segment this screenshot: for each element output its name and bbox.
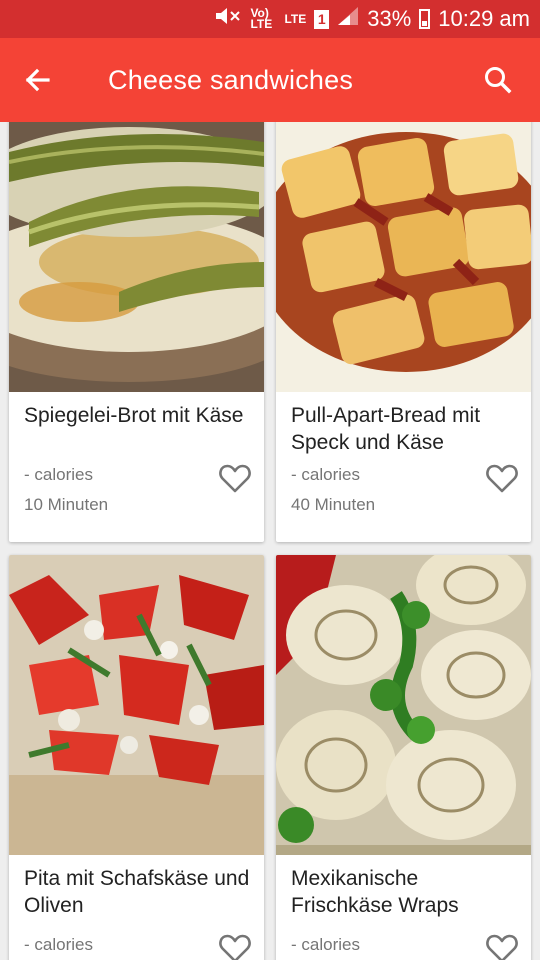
search-button[interactable] (478, 60, 518, 100)
heart-outline-icon (219, 464, 251, 493)
clock: 10:29 am (438, 6, 530, 31)
recipe-card[interactable]: Pull-Apart-Bread mit Speck und Käse - ca… (276, 122, 531, 542)
recipe-image (276, 122, 531, 392)
recipe-card[interactable]: Pita mit Schafskäse und Oliven - calorie… (9, 555, 264, 960)
recipe-calories: - calories (24, 465, 93, 484)
recipe-calories: - calories (291, 465, 360, 484)
heart-outline-icon (219, 934, 251, 960)
recipe-calories: - calories (291, 935, 360, 954)
recipe-image (9, 122, 264, 392)
recipe-title: Mexikanische Frischkäse Wraps (291, 867, 459, 917)
recipe-card[interactable]: Spiegelei-Brot mit Käse - calories 10 Mi… (9, 122, 264, 542)
heart-outline-icon (486, 464, 518, 493)
favorite-button[interactable] (485, 462, 519, 494)
favorite-button[interactable] (218, 932, 252, 960)
recipe-title: Pull-Apart-Bread mit Speck und Käse (291, 404, 481, 454)
recipe-time: 10 Minuten (24, 495, 109, 514)
recipe-calories: - calories (24, 935, 93, 954)
search-icon (485, 67, 512, 94)
recipe-title: Spiegelei-Brot mit Käse (24, 404, 244, 427)
back-button[interactable] (18, 60, 58, 100)
battery-percent: 33% (367, 6, 412, 31)
favorite-button[interactable] (218, 462, 252, 494)
recipe-title: Pita mit Schafskäse und Oliven (24, 867, 250, 917)
battery-icon (419, 9, 431, 29)
volte-icon: Vo) LTE (250, 6, 273, 31)
recipe-image (9, 555, 264, 855)
page-title: Cheese sandwiches (108, 65, 354, 95)
favorite-button[interactable] (485, 932, 519, 960)
heart-outline-icon (486, 934, 518, 960)
signal-icon (337, 6, 359, 32)
recipe-image (276, 555, 531, 855)
recipe-grid: Spiegelei-Brot mit Käse - calories 10 Mi… (0, 122, 540, 960)
sim-icon: 1 (314, 9, 330, 29)
status-icons: Vo) LTE LTE 1 33% 10:29 am (214, 0, 530, 38)
status-bar: Vo) LTE LTE 1 33% 10:29 am (0, 0, 540, 38)
recipe-card[interactable]: Mexikanische Frischkäse Wraps - calories (276, 555, 531, 960)
mute-icon (214, 6, 242, 32)
app-bar: Cheese sandwiches (0, 38, 540, 122)
recipe-time: 40 Minuten (291, 495, 376, 514)
lte-icon: LTE (284, 11, 307, 26)
arrow-left-icon (25, 68, 50, 92)
